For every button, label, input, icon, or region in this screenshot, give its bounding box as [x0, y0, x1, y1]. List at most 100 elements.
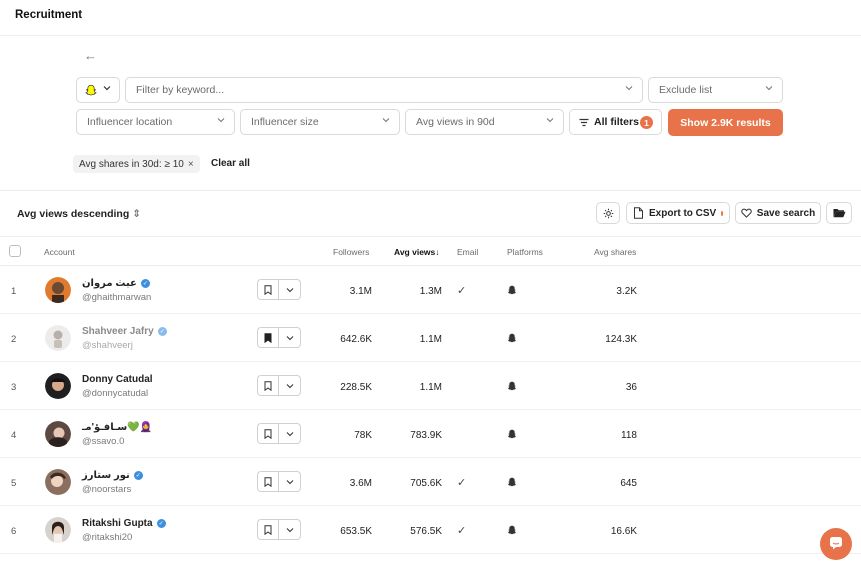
account-handle[interactable]: @ritakshi20 — [82, 532, 132, 543]
col-email[interactable]: Email — [457, 247, 478, 257]
chat-support-button[interactable] — [820, 528, 852, 560]
verified-badge-icon: ✓ — [157, 327, 167, 336]
followers-value: 642.6K — [340, 334, 372, 345]
back-arrow-icon[interactable]: ← — [84, 48, 97, 63]
account-name[interactable]: سـافـؤ'مـ💚🧕 — [82, 422, 152, 433]
account-handle[interactable]: @noorstars — [82, 484, 131, 495]
clear-all-link[interactable]: Clear all — [211, 158, 250, 169]
bookmark-control — [257, 327, 301, 348]
account-name[interactable]: Ritakshi Gupta ✓ — [82, 518, 166, 529]
save-search-label: Save search — [756, 207, 816, 219]
account-name-text: Shahveer Jafry — [82, 326, 154, 337]
section-divider — [0, 190, 861, 191]
exclude-list-select[interactable]: Exclude list — [648, 77, 783, 103]
influencer-location-select[interactable]: Influencer location — [76, 109, 235, 135]
avatar[interactable] — [45, 373, 71, 399]
all-filters-label: All filters — [594, 116, 639, 128]
avg-shares-value: 118 — [621, 430, 637, 441]
all-filters-button[interactable]: All filters 1 — [569, 109, 662, 135]
avg-views-label: Avg views in 90d — [416, 116, 495, 128]
influencer-location-label: Influencer location — [87, 116, 173, 128]
chevron-down-icon[interactable] — [279, 280, 300, 299]
chevron-down-icon[interactable] — [279, 376, 300, 395]
account-handle[interactable]: @shahveerj — [82, 340, 133, 351]
export-status-dot — [721, 210, 723, 216]
avg-views-value: 705.6K — [410, 478, 442, 489]
account-name[interactable]: Shahveer Jafry ✓ — [82, 326, 167, 337]
followers-value: 78K — [354, 430, 372, 441]
bookmark-filled-icon[interactable] — [258, 328, 280, 347]
exclude-list-label: Exclude list — [659, 84, 713, 96]
export-csv-button[interactable]: Export to CSV — [626, 202, 730, 224]
avg-views-select[interactable]: Avg views in 90d — [405, 109, 564, 135]
sort-select[interactable]: Avg views descending ⇕ — [17, 208, 141, 220]
table-row[interactable]: 4 سـافـؤ'مـ💚🧕 @ssavo.0 78K 783.9K 118 — [0, 410, 861, 458]
avg-views-value: 783.9K — [410, 430, 442, 441]
email-check-icon: ✓ — [457, 285, 467, 297]
sort-updown-icon: ⇕ — [132, 208, 142, 220]
avg-views-value: 576.5K — [410, 526, 442, 537]
account-name[interactable]: عبث مروان ✓ — [82, 278, 150, 289]
chevron-down-icon[interactable] — [279, 424, 300, 443]
verified-badge-icon: ✓ — [140, 279, 150, 288]
bookmark-icon[interactable] — [258, 424, 280, 443]
col-followers[interactable]: Followers — [333, 247, 369, 257]
col-platforms[interactable]: Platforms — [507, 247, 543, 257]
saved-searches-button[interactable] — [826, 202, 852, 224]
bookmark-control — [257, 519, 301, 540]
avatar[interactable] — [45, 325, 71, 351]
avg-shares-value: 645 — [620, 478, 637, 489]
chevron-down-icon[interactable] — [279, 520, 300, 539]
col-avg-views[interactable]: Avg views↓ — [394, 247, 440, 257]
table-row[interactable]: 1 عبث مروان ✓ @ghaithmarwan 3.1M 1.3M ✓ 3… — [0, 266, 861, 314]
active-filter-chip[interactable]: Avg shares in 30d: ≥ 10 × — [73, 155, 200, 173]
bookmark-icon[interactable] — [258, 520, 280, 539]
chevron-down-icon[interactable] — [279, 328, 300, 347]
folder-open-icon — [833, 208, 846, 218]
account-name[interactable]: نور ستارز ✓ — [82, 470, 143, 481]
account-handle[interactable]: @donnycatudal — [82, 388, 148, 399]
avg-shares-value: 16.6K — [610, 526, 637, 537]
platform-select[interactable] — [76, 77, 120, 103]
table-row[interactable]: 5 نور ستارز ✓ @noorstars 3.6M 705.6K ✓ 64… — [0, 458, 861, 506]
select-all-checkbox[interactable] — [9, 245, 21, 257]
account-name-text: عبث مروان — [82, 278, 137, 289]
bookmark-icon[interactable] — [258, 472, 280, 491]
keyword-placeholder: Filter by keyword... — [136, 84, 225, 96]
avg-shares-value: 36 — [625, 382, 637, 393]
avatar[interactable] — [45, 277, 71, 303]
table-row[interactable]: 2 Shahveer Jafry ✓ @shahveerj 642.6K 1.1M… — [0, 314, 861, 362]
chip-remove-icon[interactable]: × — [188, 159, 194, 170]
table-row[interactable]: 6 Ritakshi Gupta ✓ @ritakshi20 653.5K 576… — [0, 506, 861, 554]
avg-shares-value: 124.3K — [605, 334, 637, 345]
filter-lines-icon — [579, 118, 589, 127]
chevron-down-icon[interactable] — [279, 472, 300, 491]
avatar[interactable] — [45, 517, 71, 543]
table-row[interactable]: 3 Donny Catudal @donnycatudal 228.5K 1.1… — [0, 362, 861, 410]
chat-icon — [829, 536, 843, 553]
keyword-filter-input[interactable]: Filter by keyword... — [125, 77, 643, 103]
settings-button[interactable] — [596, 202, 620, 224]
col-avg-views-label: Avg views — [394, 247, 436, 257]
save-search-button[interactable]: Save search — [735, 202, 821, 224]
top-bar: Recruitment — [0, 0, 861, 36]
bookmark-icon[interactable] — [258, 376, 280, 395]
chevron-down-icon — [217, 117, 225, 124]
csv-file-icon — [633, 207, 649, 219]
col-account[interactable]: Account — [44, 247, 75, 257]
bookmark-icon[interactable] — [258, 280, 280, 299]
col-avg-shares[interactable]: Avg shares — [594, 247, 636, 257]
avg-views-value: 1.1M — [419, 334, 442, 345]
account-name-text: نور ستارز — [82, 470, 130, 481]
avg-shares-value: 3.2K — [616, 286, 637, 297]
snapchat-ghost-icon — [85, 84, 97, 96]
chevron-down-icon — [765, 85, 773, 92]
snapchat-platform-icon — [507, 333, 517, 343]
account-handle[interactable]: @ghaithmarwan — [82, 292, 151, 303]
account-name[interactable]: Donny Catudal — [82, 374, 153, 385]
avatar[interactable] — [45, 421, 71, 447]
show-results-button[interactable]: Show 2.9K results — [668, 109, 783, 136]
account-handle[interactable]: @ssavo.0 — [82, 436, 124, 447]
influencer-size-select[interactable]: Influencer size — [240, 109, 400, 135]
avatar[interactable] — [45, 469, 71, 495]
